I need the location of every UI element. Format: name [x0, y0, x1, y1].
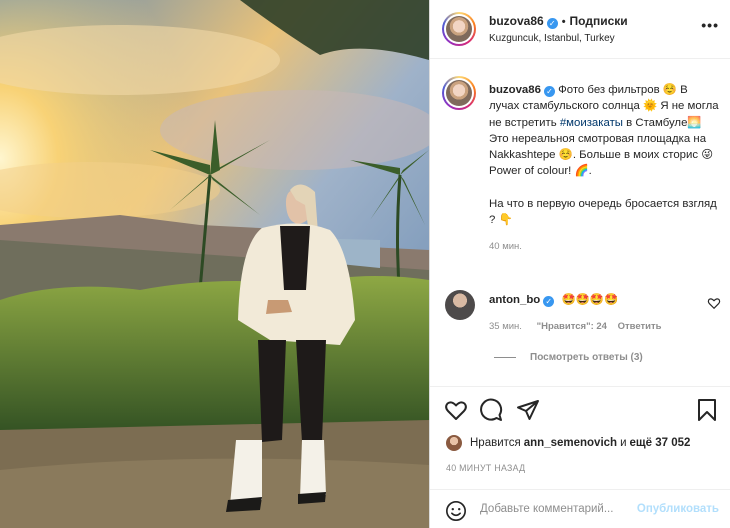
caption-text: .	[588, 165, 592, 178]
view-replies-label: Посмотреть ответы (3)	[530, 352, 643, 363]
comment: anton_bo ✓ 🤩🤩🤩🤩 35 мин. "Нравится": 24 От…	[489, 292, 719, 332]
likes-summary: Нравится ann_semenovich и ещё 37 052	[446, 435, 690, 451]
caption-username[interactable]: buzova86	[489, 84, 541, 96]
post-timestamp[interactable]: 40 МИНУТ НАЗАД	[446, 463, 525, 473]
view-replies-button[interactable]: Посмотреть ответы (3)	[494, 352, 643, 363]
comment-likes[interactable]: "Нравится": 24	[537, 321, 607, 332]
liker-avatar[interactable]	[446, 435, 462, 451]
author-line: buzova86 ✓ • Подписки	[489, 14, 628, 29]
comment-text: 🤩🤩🤩🤩	[561, 294, 619, 306]
hashtag-link[interactable]: #моизакаты	[560, 117, 623, 129]
caption-age: 40 мин.	[489, 240, 522, 252]
more-options-button[interactable]: •••	[701, 17, 719, 33]
post-side-panel: buzova86 ✓ • Подписки Kuzguncuk, Istanbul, …	[429, 0, 730, 528]
author-avatar[interactable]	[442, 12, 476, 46]
liker-username[interactable]: ann_semenovich	[524, 437, 617, 449]
likes-prefix: Нравится	[470, 437, 521, 449]
author-username[interactable]: buzova86	[489, 14, 544, 28]
likes-others-count[interactable]: ещё 37 052	[630, 437, 691, 449]
caption-text: На что в первую очередь бросается взгляд…	[489, 198, 717, 227]
rainbow-emoji-icon: 🌈	[574, 165, 589, 178]
caption-text: Power of colour!	[489, 165, 575, 178]
verified-icon: ✓	[543, 296, 555, 307]
wink-emoji-icon: 😜	[701, 149, 714, 162]
separator-dot: •	[561, 16, 566, 28]
commenter-username[interactable]: anton_bo	[489, 294, 540, 306]
action-bar	[430, 386, 730, 432]
commenter-avatar[interactable]	[445, 290, 475, 320]
sun-emoji-icon: 🌞	[643, 100, 658, 113]
post-image	[0, 0, 429, 528]
reply-button[interactable]: Ответить	[618, 321, 662, 332]
replies-divider	[494, 357, 516, 358]
post-header: buzova86 ✓ • Подписки Kuzguncuk, Istanbul, …	[430, 0, 730, 59]
likes-middle: и	[620, 437, 627, 449]
post-caption: buzova86 ✓ Фото без фильтров ☺️ В лучах с…	[489, 82, 719, 255]
post-location[interactable]: Kuzguncuk, Istanbul, Turkey	[489, 33, 615, 44]
share-plane-icon[interactable]	[516, 398, 540, 422]
comment-meta: 35 мин. "Нравится": 24 Ответить	[489, 321, 719, 332]
comment-input[interactable]	[480, 498, 630, 520]
following-button[interactable]: Подписки	[570, 14, 628, 28]
bookmark-icon[interactable]	[695, 398, 719, 422]
comment-bubble-icon[interactable]	[479, 398, 503, 422]
like-comment-icon[interactable]	[707, 296, 721, 310]
comment-age: 35 мин.	[489, 321, 522, 332]
like-heart-icon[interactable]	[444, 398, 468, 422]
post-photo[interactable]	[0, 0, 429, 528]
point-down-emoji-icon: 👇	[498, 214, 513, 227]
add-comment-bar: Опубликовать	[430, 489, 730, 528]
caption-text: Это нереальноя смотровая площадка на Nak…	[489, 132, 707, 162]
caption-text: в Стамбуле	[622, 116, 688, 129]
publish-button[interactable]: Опубликовать	[637, 503, 719, 515]
sunset-emoji-icon: 🌅	[687, 116, 702, 129]
verified-icon: ✓	[546, 18, 558, 29]
verified-icon: ✓	[543, 86, 555, 97]
emoji-picker-icon[interactable]	[445, 500, 467, 522]
caption-author-avatar[interactable]	[442, 76, 476, 110]
